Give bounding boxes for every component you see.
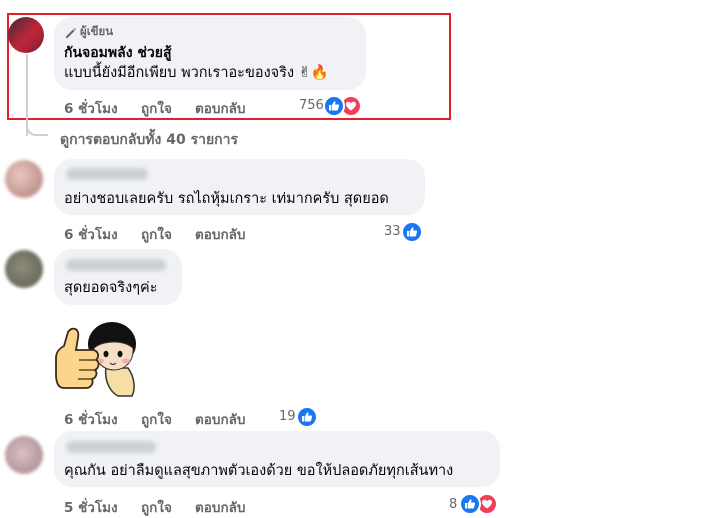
pencil-icon — [65, 24, 77, 38]
comment-author[interactable]: กันจอมพลัง ช่วยสู้ — [64, 42, 172, 64]
thumbs-up-sticker[interactable] — [54, 310, 140, 400]
reaction-count[interactable]: 756 — [299, 98, 324, 113]
like-button[interactable]: ถูกใจ — [141, 223, 172, 245]
like-button[interactable]: ถูกใจ — [141, 408, 172, 430]
reply-button[interactable]: ตอบกลับ — [195, 223, 245, 245]
reaction-count[interactable]: 8 — [449, 497, 457, 512]
reply-button[interactable]: ตอบกลับ — [195, 496, 245, 518]
comment-text: คุณกัน อย่าลืมดูแลสุขภาพตัวเองด้วย ขอให้… — [64, 463, 454, 479]
like-button[interactable]: ถูกใจ — [141, 496, 172, 518]
reaction-count[interactable]: 19 — [279, 409, 296, 424]
comment-time[interactable]: 6 ชั่วโมง — [64, 223, 118, 245]
like-button[interactable]: ถูกใจ — [141, 97, 172, 119]
like-icon — [296, 406, 318, 428]
avatar[interactable] — [5, 250, 43, 288]
avatar[interactable] — [5, 436, 43, 474]
comment-meta: 6 ชั่วโมง ถูกใจ ตอบกลับ — [64, 223, 294, 243]
thread-connector — [26, 121, 48, 136]
avatar[interactable] — [5, 160, 43, 198]
comment-text: แบบนี้ยังมีอีกเพียบ พวกเราอะของจริง ✌🔥 — [64, 65, 329, 81]
comment-time[interactable]: 5 ชั่วโมง — [64, 496, 118, 518]
comment-text: สุดยอดจริงๆค่ะ — [64, 280, 158, 296]
comment-meta: 6 ชั่วโมง ถูกใจ ตอบกลับ — [64, 408, 294, 428]
view-replies-link[interactable]: ดูการตอบกลับทั้ง 40 รายการ — [60, 129, 238, 151]
comment-time[interactable]: 6 ชั่วโมง — [64, 97, 118, 119]
comment-text: อย่างชอบเลยครับ รถไถหุ้มเกราะ เท่มากครับ… — [64, 191, 389, 207]
like-icon — [323, 95, 345, 117]
comment-meta: 6 ชั่วโมง ถูกใจ ตอบกลับ — [64, 97, 294, 117]
avatar[interactable] — [8, 17, 44, 53]
blurred-author-name — [66, 259, 166, 271]
reply-button[interactable]: ตอบกลับ — [195, 97, 245, 119]
comment-meta: 5 ชั่วโมง ถูกใจ ตอบกลับ — [64, 496, 294, 516]
like-icon — [401, 221, 423, 243]
reply-button[interactable]: ตอบกลับ — [195, 408, 245, 430]
author-badge: ผู้เขียน — [80, 24, 114, 38]
comment-time[interactable]: 6 ชั่วโมง — [64, 408, 118, 430]
blurred-author-name — [66, 168, 148, 180]
like-icon — [459, 493, 481, 515]
blurred-author-name — [66, 441, 156, 453]
reaction-count[interactable]: 33 — [384, 224, 401, 239]
